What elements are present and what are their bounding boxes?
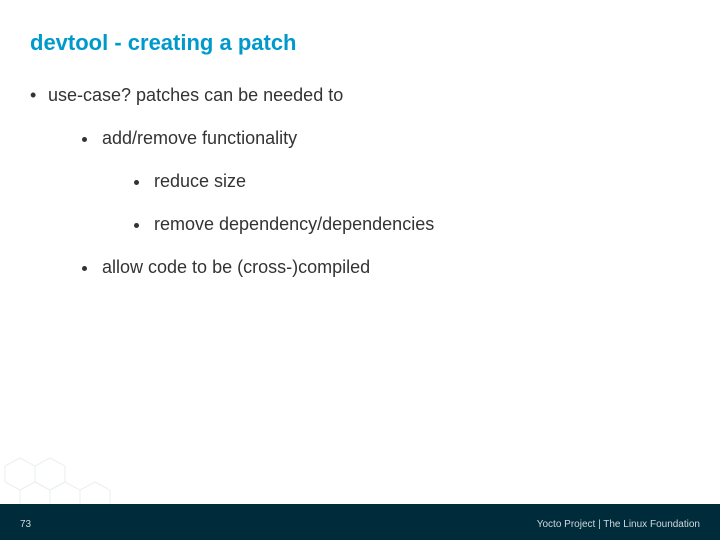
bullet-level1: use-case? patches can be needed to bbox=[30, 85, 690, 106]
bullet-level3: reduce size bbox=[134, 171, 690, 192]
footer-bar: 73 Yocto Project | The Linux Foundation bbox=[0, 504, 720, 540]
slide: devtool - creating a patch use-case? pat… bbox=[0, 0, 720, 540]
slide-content: use-case? patches can be needed to add/r… bbox=[30, 85, 690, 300]
bullet-level2: add/remove functionality bbox=[82, 128, 690, 149]
slide-title: devtool - creating a patch bbox=[30, 30, 297, 56]
footer-text: Yocto Project | The Linux Foundation bbox=[537, 519, 700, 530]
bullet-level3: remove dependency/dependencies bbox=[134, 214, 690, 235]
page-number: 73 bbox=[20, 519, 31, 530]
bullet-level2: allow code to be (cross-)compiled bbox=[82, 257, 690, 278]
